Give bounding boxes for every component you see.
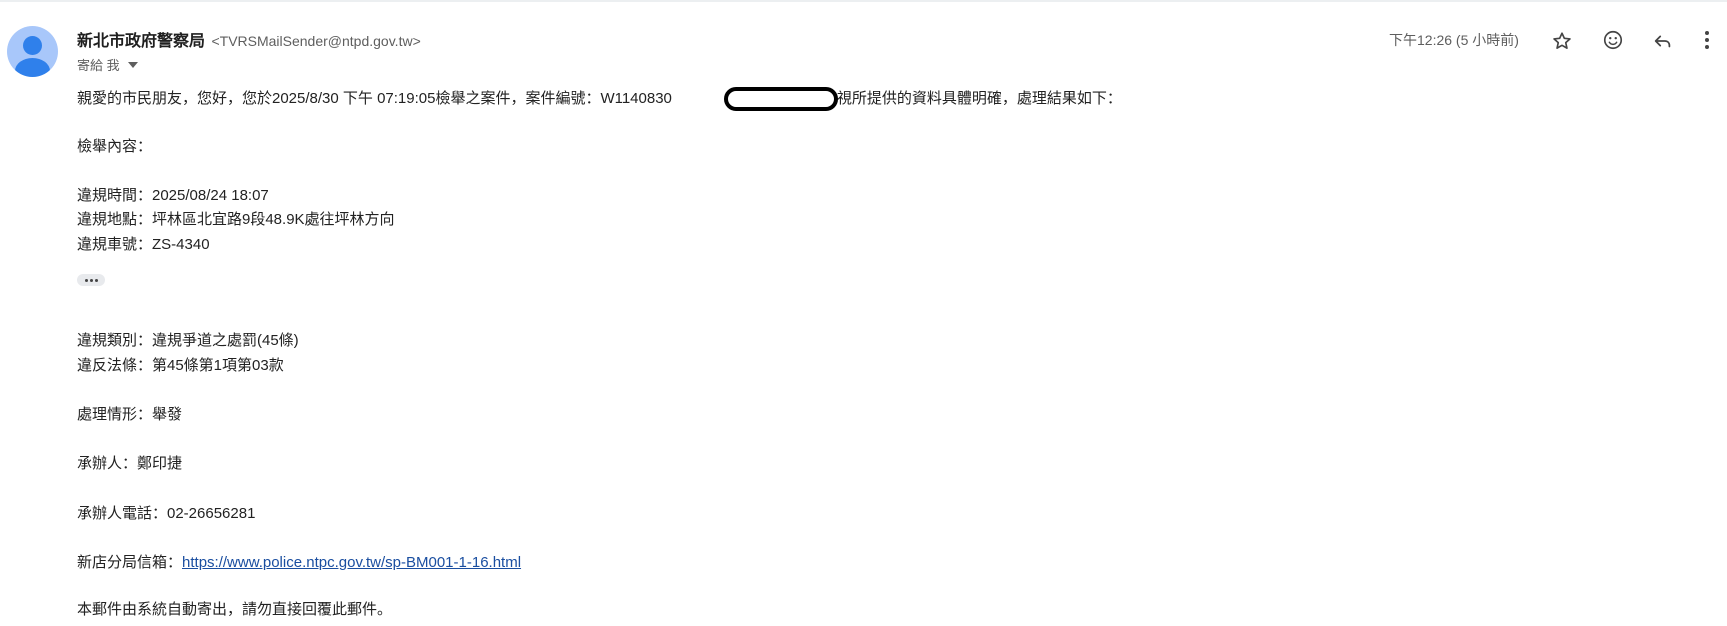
recipient-line: 寄給 我 (77, 55, 138, 74)
emoji-icon[interactable] (1597, 24, 1629, 56)
sender-line: 新北市政府警察局 <TVRSMailSender@ntpd.gov.tw> (77, 27, 421, 51)
footer-note: 本郵件由系統自動寄出，請勿直接回覆此郵件。 (77, 601, 393, 618)
avatar-head-shape (23, 36, 42, 55)
sender-avatar[interactable] (7, 26, 58, 77)
mailbox-line: 新店分局信箱：https://www.police.ntpc.gov.tw/sp… (77, 553, 521, 573)
intro-text-after: ，經檢視所提供的資料具體明確，處理結果如下： (791, 90, 1122, 107)
sender-email: <TVRSMailSender@ntpd.gov.tw> (211, 33, 421, 49)
recipient-label: 寄給 我 (77, 58, 120, 73)
handling-status: 處理情形：舉發 (77, 406, 183, 423)
violation-law: 違反法條：第45條第1項第03款 (77, 357, 284, 374)
message-timestamp: 下午12:26 (5 小時前) (1389, 32, 1519, 48)
dot-icon (89, 278, 93, 282)
sender-name[interactable]: 新北市政府警察局 (77, 33, 205, 50)
dot-icon (94, 278, 98, 282)
violation-location: 違規地點：坪林區北宜路9段48.9K處往坪林方向 (77, 211, 395, 228)
report-heading: 檢舉內容： (77, 138, 153, 155)
intro-paragraph: 親愛的市民朋友，您好，您於2025/8/30 下午 07:19:05檢舉之案件，… (77, 89, 1122, 109)
top-divider (0, 0, 1727, 2)
reply-icon[interactable] (1647, 25, 1679, 57)
more-vert-icon[interactable] (1695, 24, 1719, 56)
avatar-body-shape (15, 58, 50, 77)
star-icon[interactable] (1546, 25, 1578, 57)
redaction-mark (724, 87, 838, 111)
violation-category: 違規類別：違規爭道之處罰(45條) (77, 332, 299, 349)
violation-plate: 違規車號：ZS-4340 (77, 236, 210, 253)
violation-time: 違規時間：2025/08/24 18:07 (77, 187, 269, 204)
dot-icon (84, 278, 88, 282)
mailbox-link[interactable]: https://www.police.ntpc.gov.tw/sp-BM001-… (182, 554, 521, 571)
intro-text-before: 親愛的市民朋友，您好，您於2025/8/30 下午 07:19:05檢舉之案件，… (77, 90, 672, 107)
officer: 承辦人：鄭印捷 (77, 455, 183, 472)
mailbox-label: 新店分局信箱： (77, 554, 183, 571)
chevron-down-icon[interactable] (127, 61, 138, 68)
show-trimmed-content-button[interactable] (77, 274, 105, 286)
officer-phone: 承辦人電話：02-26656281 (77, 505, 256, 522)
